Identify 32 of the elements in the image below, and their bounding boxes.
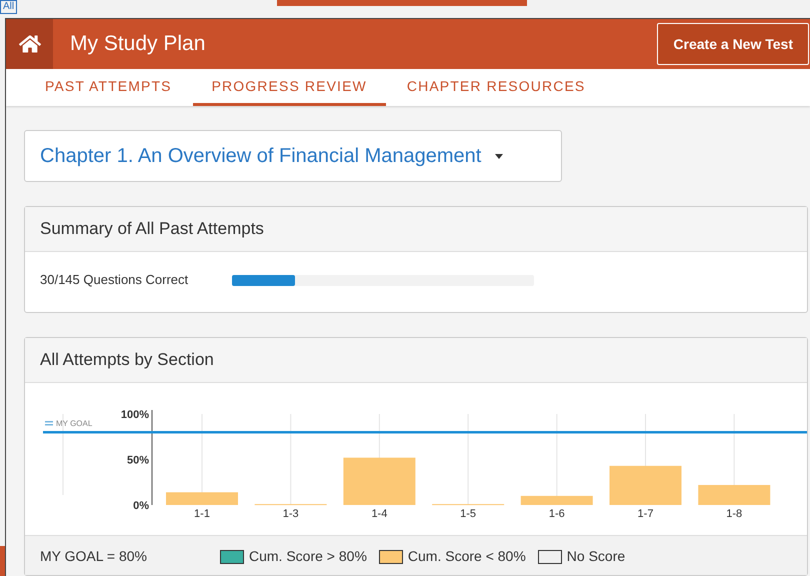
axis-label: 100% <box>120 409 149 421</box>
bar <box>166 492 238 505</box>
goal-text: MY GOAL = 80% <box>40 547 148 566</box>
home-button[interactable] <box>6 19 53 69</box>
progress-label: 30/145 Questions Correct <box>40 271 190 290</box>
axis-label: 1-6 <box>548 508 565 520</box>
axis-label: 1-4 <box>371 508 388 520</box>
axis-label: 1-7 <box>638 508 654 520</box>
goal-legend-icon <box>45 421 53 426</box>
legend-label: No Score <box>566 547 626 566</box>
axis-label: 1-5 <box>460 508 476 520</box>
tab[interactable]: PAST ATTEMPTS <box>26 69 191 106</box>
axis-label: 1-8 <box>726 508 742 520</box>
bar <box>610 466 682 505</box>
caret-icon <box>495 154 504 158</box>
backdrop-panel <box>0 546 5 576</box>
goal-marker-label: MY GOAL <box>56 419 92 428</box>
axis-label: 1-1 <box>194 508 210 520</box>
create-test-button[interactable]: Create a New Test <box>657 23 809 65</box>
legend-label: Cum. Score < 80% <box>408 547 526 566</box>
chapter-dropdown[interactable]: Chapter 1. An Overview of Financial Management <box>24 130 562 182</box>
card-title: Summary of All Past Attempts <box>40 218 264 240</box>
card-title: All Attempts by Section <box>40 349 214 372</box>
axis-label: 50% <box>126 454 149 466</box>
app-title: My Study Plan <box>70 31 206 58</box>
legend-label: Cum. Score > 80% <box>249 547 367 566</box>
axis-label: 0% <box>133 500 149 512</box>
link[interactable]: All <box>0 0 18 14</box>
tab[interactable]: PROGRESS REVIEW <box>192 69 386 106</box>
home-icon <box>18 33 40 55</box>
axis-label: 1-3 <box>282 508 299 520</box>
tab[interactable]: CHAPTER RESOURCES <box>388 69 604 106</box>
